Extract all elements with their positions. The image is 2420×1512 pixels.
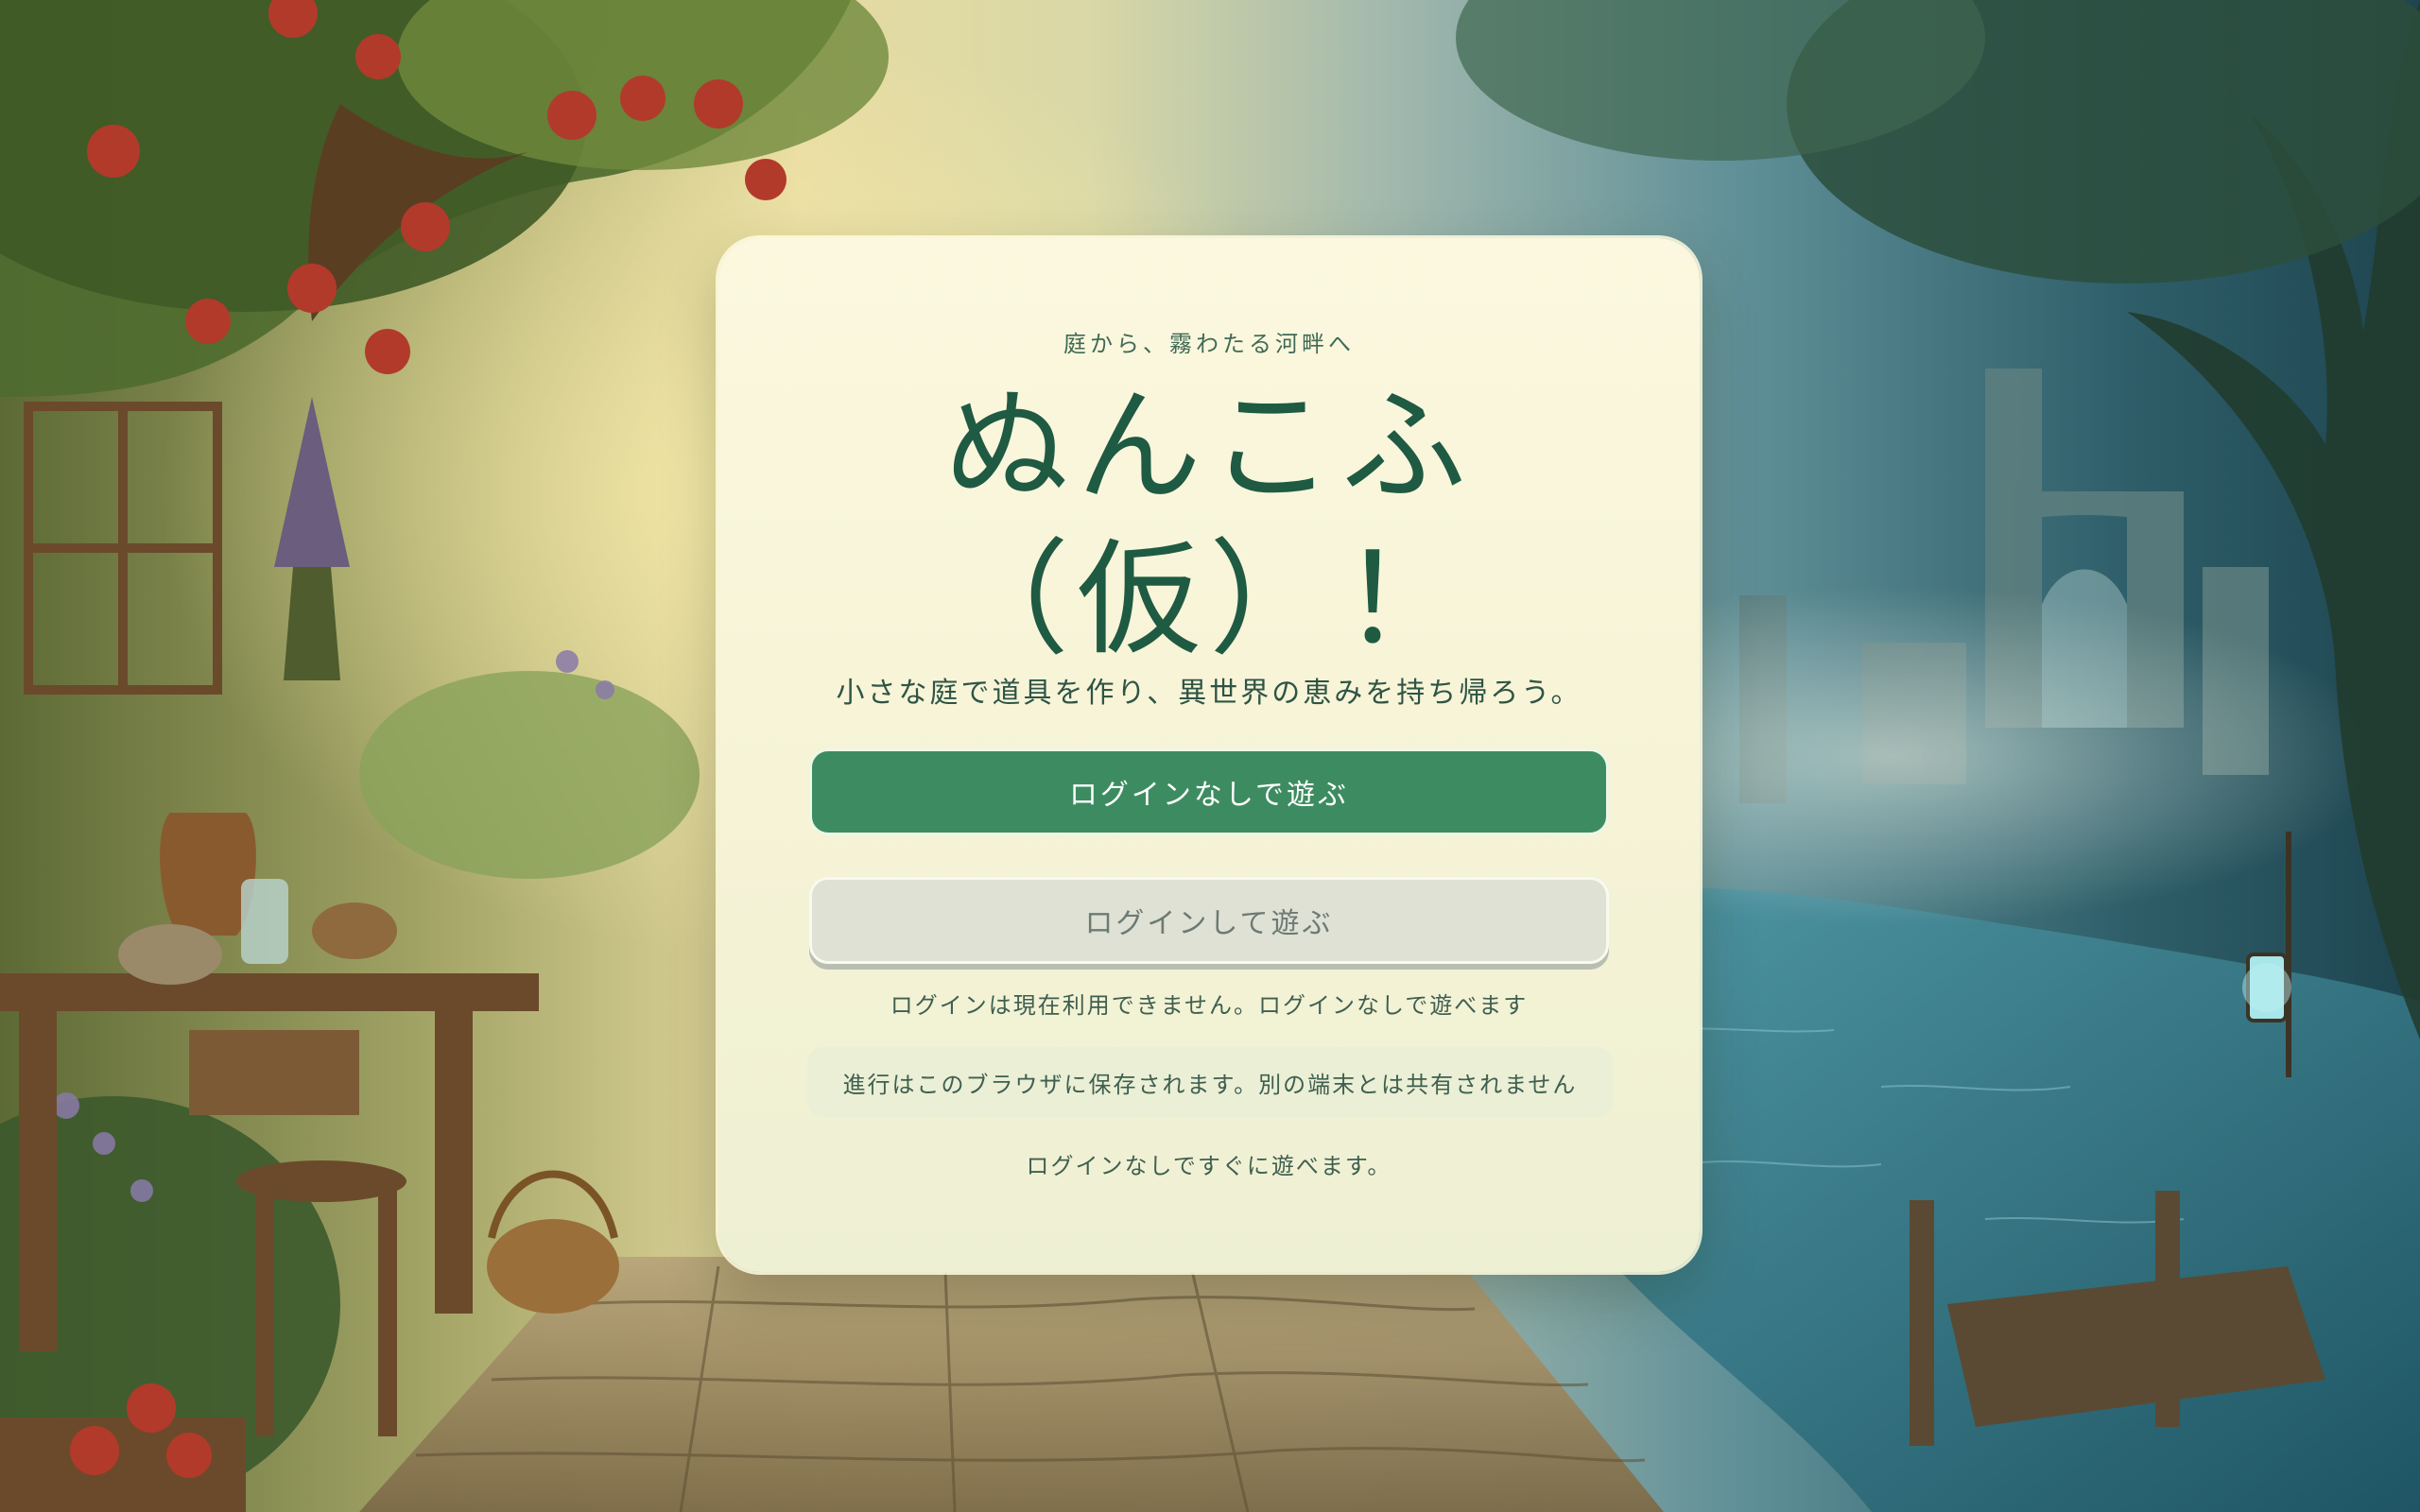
- game-title-line2: （仮）！: [944, 527, 1474, 673]
- game-title-line1: ぬんこふ: [944, 374, 1474, 520]
- play-without-login-button[interactable]: ログインなしで遊ぶ: [809, 748, 1609, 835]
- game-description: 小さな庭で道具を作り、異世界の恵みを持ち帰ろう。: [836, 677, 1582, 710]
- play-with-login-button[interactable]: ログインして遊ぶ: [809, 877, 1609, 964]
- quick-play-note: ログインなしですぐに遊べます。: [1026, 1153, 1392, 1179]
- save-notice: 進行はこのブラウザに保存されます。別の端末とは共有されません: [807, 1047, 1613, 1117]
- login-unavailable-note: ログインは現在利用できません。ログインなしで遊べます: [890, 992, 1529, 1019]
- welcome-card: 庭から、霧わたる河畔へ ぬんこふ （仮）！ 小さな庭で道具を作り、異世界の恵みを…: [718, 238, 1700, 1272]
- game-title: ぬんこふ （仮）！: [718, 370, 1700, 677]
- tagline: 庭から、霧わたる河畔へ: [1063, 331, 1355, 357]
- save-notice-text: 進行はこのブラウザに保存されます。別の端末とは共有されません: [842, 1071, 1578, 1098]
